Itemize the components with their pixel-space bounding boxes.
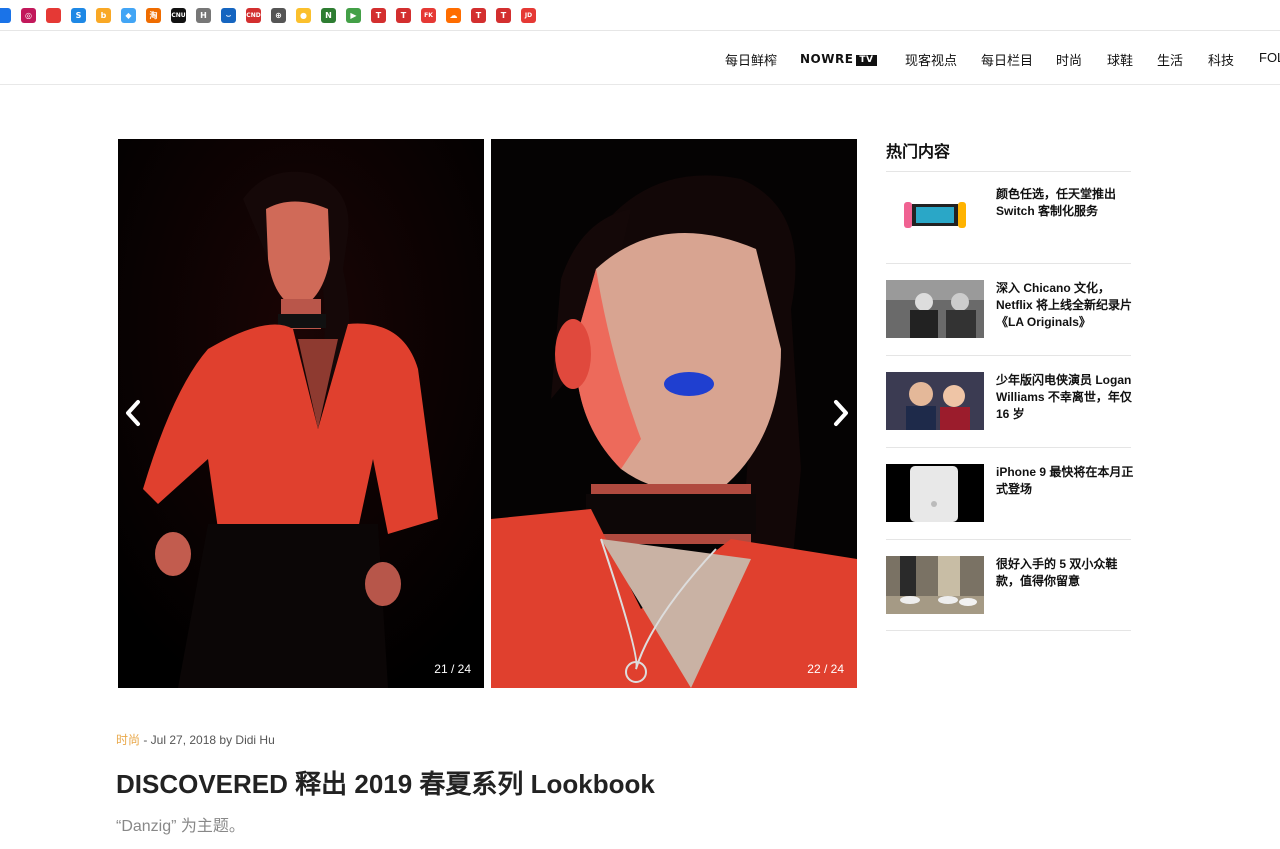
la-originals-thumbnail (886, 280, 984, 338)
chevron-right-icon (834, 400, 848, 426)
gallery-slide-21: 21 / 24 (118, 139, 484, 688)
swoosh-icon[interactable]: ⌣ (221, 8, 236, 23)
h-script-icon[interactable]: H (196, 8, 211, 23)
nav-item-tech[interactable]: 科技 (1208, 50, 1234, 69)
sidebar-title: 热门内容 (886, 144, 951, 161)
sidebar-item-logan-williams[interactable]: 少年版闪电侠演员 Logan Williams 不幸离世，年仅 16 岁 (886, 372, 1132, 432)
blue-s-icon[interactable]: S (71, 8, 86, 23)
model-photo-2 (491, 139, 857, 688)
cloud-icon[interactable]: ☁ (446, 8, 461, 23)
nav-item-follow[interactable]: FOL (1259, 50, 1280, 65)
cnu-icon[interactable]: CNU (171, 8, 186, 23)
nav-item-nowre-tv[interactable]: NOWRE TV (800, 52, 877, 66)
sidebar-item-iphone[interactable]: iPhone 9 最快将在本月正式登场 (886, 464, 1134, 524)
model-photo-1 (118, 139, 484, 688)
divider (886, 263, 1131, 264)
nowre-brand-text: NOWRE (800, 52, 854, 66)
tv-badge: TV (856, 55, 877, 66)
sidebar-item-title: 很好入手的 5 双小众鞋款，值得你留意 (996, 557, 1118, 588)
sidebar-item-title: iPhone 9 最快将在本月正式登场 (996, 465, 1134, 496)
divider (886, 630, 1131, 631)
article-category-link[interactable]: 时尚 (116, 733, 140, 747)
iphone-thumbnail (886, 464, 984, 522)
sidebar-item-title: 少年版闪电侠演员 Logan Williams 不幸离世，年仅 16 岁 (996, 373, 1132, 421)
fk-icon[interactable]: FK (421, 8, 436, 23)
orange-b-icon[interactable]: b (96, 8, 111, 23)
article-title: DISCOVERED 释出 2019 春夏系列 Lookbook (116, 769, 655, 799)
nav-item-life[interactable]: 生活 (1157, 50, 1183, 69)
switch-thumbnail (886, 186, 984, 244)
nav-item-daily-fresh[interactable]: 每日鲜榨 (725, 50, 777, 69)
divider (886, 171, 1131, 172)
red-t-icon[interactable]: T (371, 8, 386, 23)
pink-swirl-icon[interactable]: ◎ (21, 8, 36, 23)
red-t-icon-2[interactable]: T (396, 8, 411, 23)
red-yellow-icon[interactable] (46, 8, 61, 23)
sidebar-item-switch[interactable]: 颜色任选，任天堂推出 Switch 客制化服务 (886, 186, 1131, 246)
cat-icon[interactable]: ● (296, 8, 311, 23)
nav-item-sneakers[interactable]: 球鞋 (1107, 50, 1133, 69)
divider (886, 447, 1131, 448)
jd-icon[interactable]: JD (521, 8, 536, 23)
chevron-left-icon (126, 400, 140, 426)
article-subtitle: “Danzig” 为主题。 (116, 818, 245, 835)
globe-icon[interactable]: ⊕ (271, 8, 286, 23)
gallery-slide-22: 22 / 24 (491, 139, 857, 688)
article-meta: 时尚 - Jul 27, 2018 by Didi Hu (116, 731, 275, 748)
gallery-next-button[interactable] (830, 398, 852, 428)
red-t-icon-4[interactable]: T (496, 8, 511, 23)
gallery-prev-button[interactable] (122, 398, 144, 428)
nav-item-fashion[interactable]: 时尚 (1056, 50, 1082, 69)
article-date-author: - Jul 27, 2018 by Didi Hu (140, 733, 275, 747)
slide-counter: 22 / 24 (807, 662, 844, 676)
nav-item-viewpoint[interactable]: 现客视点 (905, 50, 957, 69)
nav-item-columns[interactable]: 每日栏目 (981, 50, 1033, 69)
sidebar-item-title: 深入 Chicano 文化，Netflix 将上线全新纪录片《LA Origin… (996, 281, 1133, 329)
cnd-icon[interactable]: CND (246, 8, 261, 23)
bookmarks-bar: ◎ Sb ◆ 淘 CNU H ⌣ CND ⊕ ● N ▶ T T FK ☁ T T JD (0, 0, 1280, 31)
red-t-icon-3[interactable]: T (471, 8, 486, 23)
blue-app-icon[interactable] (0, 8, 11, 23)
sneakers-thumbnail (886, 556, 984, 614)
play-store-icon[interactable]: ▶ (346, 8, 361, 23)
divider (886, 539, 1131, 540)
sidebar-item-title: 颜色任选，任天堂推出 Switch 客制化服务 (996, 187, 1117, 218)
sidebar-item-sneakers[interactable]: 很好入手的 5 双小众鞋款，值得你留意 (886, 556, 1131, 616)
logan-williams-thumbnail (886, 372, 984, 430)
divider (886, 355, 1131, 356)
kanji-icon[interactable]: 淘 (146, 8, 161, 23)
sidebar-item-netflix[interactable]: 深入 Chicano 文化，Netflix 将上线全新纪录片《LA Origin… (886, 280, 1133, 340)
top-navigation: 每日鲜榨 NOWRETV 现客视点 每日栏目 时尚 球鞋 生活 科技 FOL (0, 32, 1280, 85)
slide-counter: 21 / 24 (434, 662, 471, 676)
diamond-icon[interactable]: ◆ (121, 8, 136, 23)
green-n-icon[interactable]: N (321, 8, 336, 23)
